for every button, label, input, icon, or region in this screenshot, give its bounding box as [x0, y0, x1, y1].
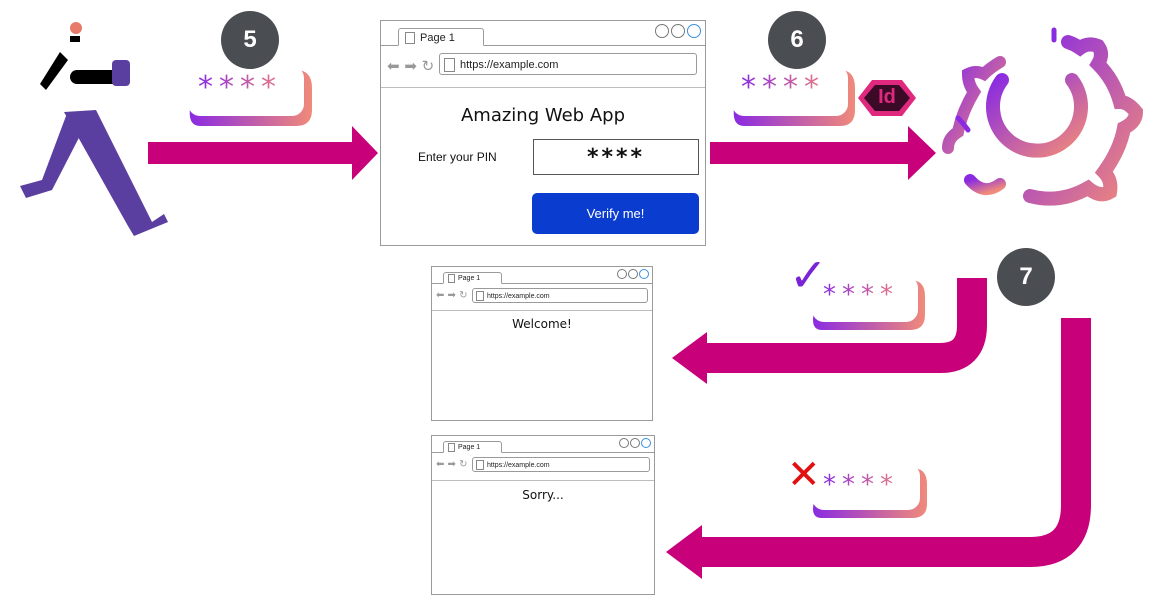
verify-button[interactable]: Verify me!	[532, 193, 699, 234]
url-bar[interactable]: https://example.com	[472, 288, 648, 303]
window-button[interactable]	[617, 269, 627, 279]
window-button[interactable]	[687, 24, 701, 38]
pin-token-failure: ****	[823, 470, 899, 500]
url-text: https://example.com	[487, 462, 550, 469]
window-button[interactable]	[671, 24, 685, 38]
window-button[interactable]	[619, 438, 629, 448]
document-icon	[448, 442, 455, 452]
gear-power-icon	[942, 27, 1144, 206]
welcome-message: Welcome!	[512, 317, 572, 331]
tab-bar: Page 1	[432, 436, 654, 453]
window-controls	[655, 24, 701, 38]
tab-bar: Page 1	[381, 21, 705, 46]
success-browser-window: Page 1 ⬅ ➡ ↻ https://example.com Welcome…	[431, 266, 653, 421]
tab-label: Page 1	[458, 275, 481, 282]
nav-arrows-icon[interactable]: ⬅ ➡ ↻	[436, 290, 468, 301]
nav-arrows-icon[interactable]: ⬅ ➡ ↻	[387, 57, 434, 75]
sorry-message: Sorry...	[522, 488, 564, 502]
step-6-badge: 6	[768, 11, 826, 69]
navigation-bar: ⬅ ➡ ↻ https://example.com	[381, 45, 705, 88]
window-button[interactable]	[630, 438, 640, 448]
nav-arrows-icon[interactable]: ⬅ ➡ ↻	[436, 459, 468, 470]
running-person-icon	[20, 22, 168, 236]
document-icon	[448, 273, 455, 283]
document-icon	[476, 460, 484, 471]
pin-input[interactable]: ****	[533, 139, 699, 175]
arrow-to-service	[710, 126, 936, 180]
navigation-bar: ⬅ ➡ ↻ https://example.com	[432, 452, 654, 481]
document-icon	[476, 291, 484, 302]
checkmark-icon: ✓	[789, 248, 828, 302]
document-icon	[444, 58, 455, 73]
failure-browser-window: Page 1 ⬅ ➡ ↻ https://example.com Sorry..…	[431, 435, 655, 595]
window-controls	[617, 269, 649, 279]
pin-label: Enter your PIN	[418, 150, 497, 164]
document-icon	[405, 32, 415, 45]
tab-bar: Page 1	[432, 267, 652, 284]
pin-token-success: ****	[823, 280, 899, 310]
tab-label: Page 1	[420, 32, 455, 44]
app-title: Amazing Web App	[460, 105, 625, 126]
navigation-bar: ⬅ ➡ ↻ https://example.com	[432, 283, 652, 311]
step-7-badge: 7	[997, 248, 1055, 306]
pin-token-step5: ****	[198, 70, 282, 105]
id-badge-label: Id	[878, 86, 896, 108]
window-button[interactable]	[628, 269, 638, 279]
window-controls	[619, 438, 651, 448]
cross-icon: ✕	[787, 452, 821, 498]
url-text: https://example.com	[487, 293, 550, 300]
window-button[interactable]	[641, 438, 651, 448]
tab-label: Page 1	[458, 444, 481, 451]
arrow-to-webapp	[148, 126, 378, 180]
tab-page-1[interactable]: Page 1	[398, 28, 484, 46]
main-browser-window: Page 1 ⬅ ➡ ↻ https://example.com Amazing…	[380, 20, 706, 246]
url-bar[interactable]: https://example.com	[472, 457, 650, 472]
url-bar[interactable]: https://example.com	[439, 53, 697, 75]
url-text: https://example.com	[460, 59, 559, 71]
window-button[interactable]	[655, 24, 669, 38]
step-5-badge: 5	[221, 11, 279, 69]
pin-token-step6: ****	[741, 70, 825, 105]
window-button[interactable]	[639, 269, 649, 279]
